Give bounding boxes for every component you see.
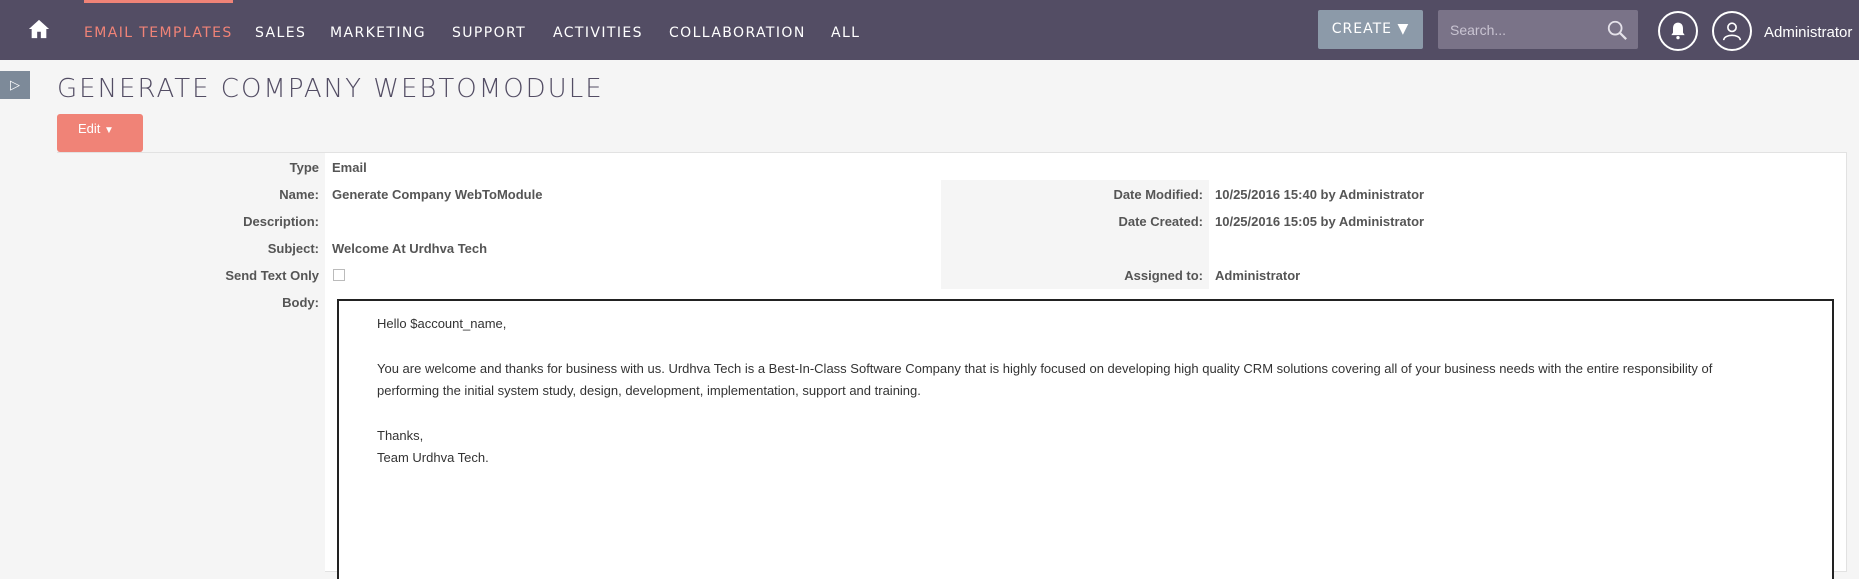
user-avatar-button[interactable] — [1712, 11, 1752, 51]
subject-label: Subject: — [267, 241, 319, 256]
assigned-to-label: Assigned to: — [1124, 268, 1203, 283]
home-icon[interactable] — [28, 18, 50, 40]
body-label: Body: — [282, 295, 319, 310]
send-text-only-checkbox[interactable] — [333, 269, 345, 281]
nav-all[interactable]: ALL — [831, 0, 860, 60]
user-icon — [1722, 22, 1742, 41]
edit-label: Edit — [78, 121, 101, 136]
search-box — [1438, 10, 1638, 49]
email-body: Hello $account_name, You are welcome and… — [377, 313, 1777, 470]
nav-support[interactable]: SUPPORT — [452, 0, 526, 60]
description-label: Description: — [243, 214, 319, 229]
name-value: Generate Company WebToModule — [332, 187, 543, 202]
expand-icon: ▷ — [10, 77, 20, 92]
caret-down-icon: ▼ — [1397, 21, 1410, 37]
search-input[interactable] — [1450, 10, 1600, 49]
nav-email-templates[interactable]: EMAIL TEMPLATES — [84, 0, 233, 60]
page-title: GENERATE COMPANY WEBTOMODULE — [57, 74, 604, 104]
email-body-frame: Hello $account_name, You are welcome and… — [337, 299, 1834, 579]
body-signature: Team Urdhva Tech. — [377, 450, 489, 465]
subject-value: Welcome At Urdhva Tech — [332, 241, 488, 256]
nav-activities[interactable]: ACTIVITIES — [553, 0, 643, 60]
date-modified-label: Date Modified: — [1113, 187, 1203, 202]
date-created-label: Date Created: — [1118, 214, 1203, 229]
search-icon[interactable] — [1606, 19, 1628, 41]
sidebar-toggle[interactable]: ▷ — [0, 71, 30, 99]
create-button[interactable]: CREATE ▼ — [1318, 10, 1423, 49]
body-greeting: Hello $account_name, — [377, 316, 507, 331]
username[interactable]: Administrator — [1764, 0, 1852, 66]
right-label-column: Date Modified: Date Created: Assigned to… — [941, 180, 1209, 289]
send-text-only-label: Send Text Only — [225, 268, 319, 283]
date-modified-value: 10/25/2016 15:40 by Administrator — [1215, 187, 1425, 202]
bell-icon — [1671, 22, 1685, 40]
nav-marketing[interactable]: MARKETING — [330, 0, 426, 60]
notifications-button[interactable] — [1658, 11, 1698, 51]
body-paragraph: You are welcome and thanks for business … — [377, 360, 1713, 399]
nav-collaboration[interactable]: COLLABORATION — [669, 0, 806, 60]
label-column: Type Name: Description: Subject: Send Te… — [57, 153, 325, 573]
date-created-value: 10/25/2016 15:05 by Administrator — [1215, 214, 1425, 229]
name-label: Name: — [279, 187, 319, 202]
assigned-to-value: Administrator — [1215, 268, 1301, 283]
body-closing: Thanks, — [377, 427, 424, 443]
type-label: Type — [289, 160, 319, 175]
top-navigation-bar: EMAIL TEMPLATES SALES MARKETING SUPPORT … — [0, 0, 1859, 60]
create-label: CREATE — [1331, 21, 1392, 37]
edit-button[interactable]: Edit ▼ — [57, 114, 143, 152]
type-value: Email — [332, 160, 367, 175]
nav-sales[interactable]: SALES — [255, 0, 306, 60]
caret-down-icon: ▼ — [104, 125, 114, 136]
